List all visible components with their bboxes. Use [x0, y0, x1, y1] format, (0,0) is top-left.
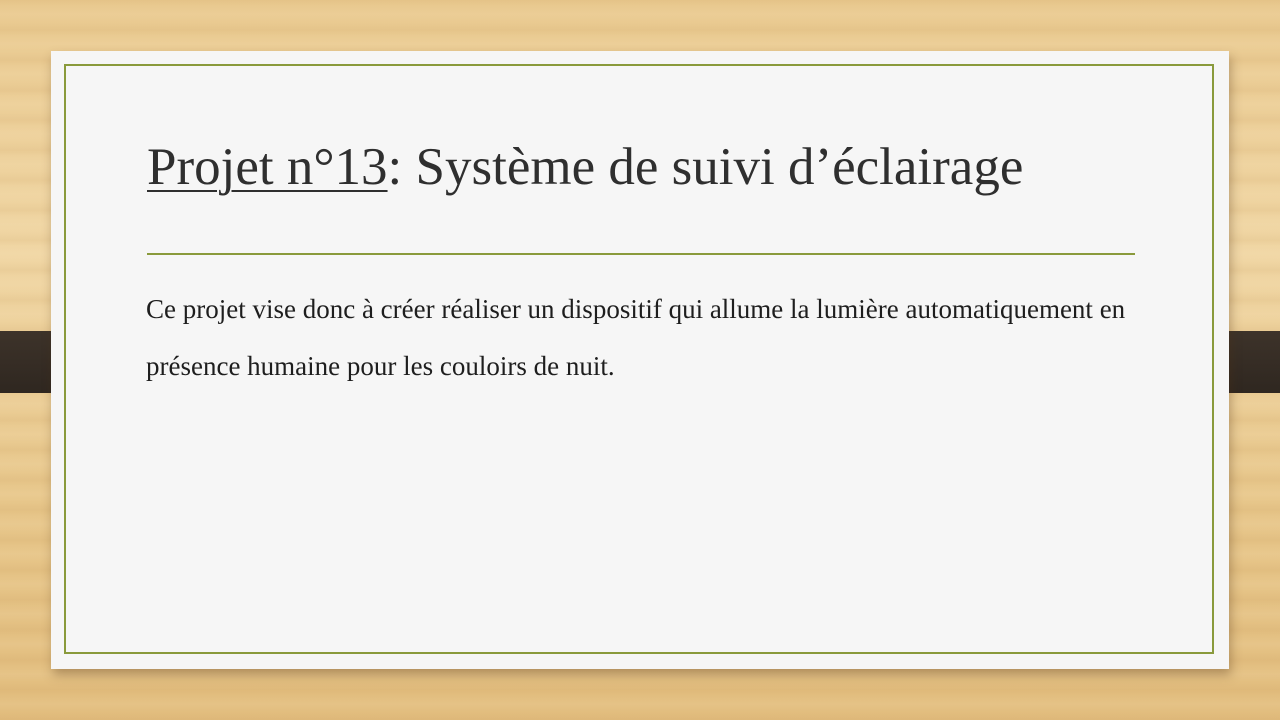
title-divider [147, 253, 1135, 255]
slide-body-text: Ce projet vise donc à créer réaliser un … [146, 294, 1126, 381]
slide-card: Projet n°13: Système de suivi d’éclairag… [51, 51, 1229, 669]
slide-title: Projet n°13: Système de suivi d’éclairag… [147, 136, 1147, 200]
title-text: : Système de suivi d’éclairage [387, 138, 1024, 196]
title-link[interactable]: Projet n°13 [147, 138, 388, 196]
